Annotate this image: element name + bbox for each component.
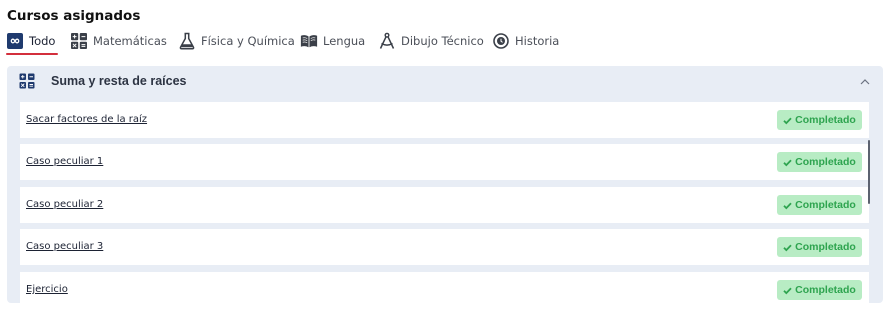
status-badge: Completado [777, 237, 862, 257]
course-section-panel: Suma y resta de raíces Sacar factores de… [7, 66, 883, 303]
tab-lengua[interactable]: Lengua [300, 30, 365, 52]
tab-fisica-quimica[interactable]: Física y Química [178, 30, 295, 52]
lesson-list: Sacar factores de la raíz Completado Cas… [20, 102, 869, 303]
lesson-link[interactable]: Caso peculiar 1 [26, 156, 103, 167]
tab-historia[interactable]: Historia [492, 30, 559, 52]
check-icon [783, 243, 792, 252]
lesson-link[interactable]: Sacar factores de la raíz [26, 114, 147, 125]
tab-label: Física y Química [201, 34, 295, 48]
list-scrollbar[interactable] [868, 98, 871, 298]
grid-calculator-icon [19, 73, 35, 89]
active-tab-indicator [6, 53, 58, 55]
check-icon [783, 286, 792, 295]
grid-calculator-icon [70, 32, 88, 50]
tab-matematicas[interactable]: Matemáticas [70, 30, 167, 52]
section-title: Suma y resta de raíces [51, 74, 187, 88]
status-label: Completado [795, 199, 856, 211]
tab-todo[interactable]: Todo [6, 30, 55, 52]
tab-label: Dibujo Técnico [401, 34, 484, 48]
open-book-icon [300, 32, 318, 50]
lesson-link[interactable]: Ejercicio [26, 284, 68, 295]
lesson-link[interactable]: Caso peculiar 2 [26, 199, 103, 210]
status-badge: Completado [777, 195, 862, 215]
status-badge: Completado [777, 152, 862, 172]
list-item: Caso peculiar 3 Completado [20, 229, 869, 265]
chevron-up-icon[interactable] [858, 74, 872, 88]
check-icon [783, 158, 792, 167]
page-title: Cursos asignados [7, 8, 141, 24]
tab-label: Todo [29, 34, 56, 48]
lesson-link[interactable]: Caso peculiar 3 [26, 241, 103, 252]
section-header[interactable]: Suma y resta de raíces [7, 66, 883, 98]
list-item: Caso peculiar 1 Completado [20, 144, 869, 180]
infinity-icon [6, 32, 24, 50]
compass-icon [378, 32, 396, 50]
status-badge: Completado [777, 110, 862, 130]
status-label: Completado [795, 284, 856, 296]
status-badge: Completado [777, 280, 862, 300]
status-label: Completado [795, 114, 856, 126]
list-item: Ejercicio Completado [20, 272, 869, 303]
check-icon [783, 201, 792, 210]
history-clock-icon [492, 32, 510, 50]
check-icon [783, 116, 792, 125]
status-label: Completado [795, 241, 856, 253]
flask-icon [178, 32, 196, 50]
tab-label: Matemáticas [93, 34, 167, 48]
status-label: Completado [795, 156, 856, 168]
tab-dibujo-tecnico[interactable]: Dibujo Técnico [378, 30, 484, 52]
list-item: Caso peculiar 2 Completado [20, 187, 869, 223]
tab-label: Lengua [323, 34, 366, 48]
scrollbar-thumb[interactable] [868, 140, 870, 204]
tab-label: Historia [515, 34, 560, 48]
list-item: Sacar factores de la raíz Completado [20, 102, 869, 138]
